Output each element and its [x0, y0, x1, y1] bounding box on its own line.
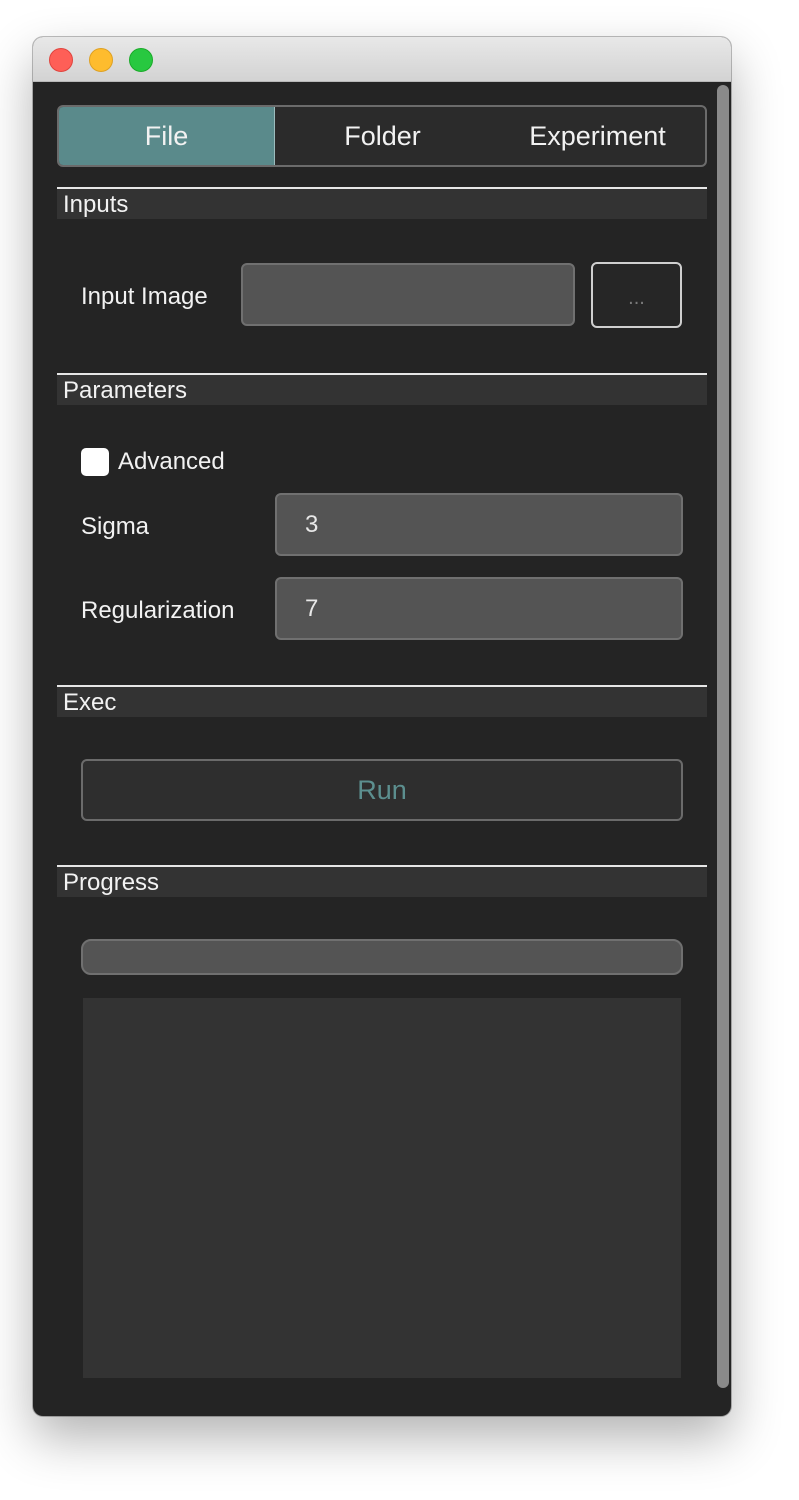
tab-file[interactable]: File	[59, 107, 275, 165]
mode-tab-bar: File Folder Experiment	[57, 105, 707, 167]
exec-section-header: Exec	[57, 685, 707, 717]
inputs-section-header: Inputs	[57, 187, 707, 219]
log-output-area[interactable]	[83, 998, 681, 1378]
zoom-window-button[interactable]	[129, 48, 153, 72]
minimize-window-button[interactable]	[89, 48, 113, 72]
regularization-label: Regularization	[81, 597, 235, 624]
tab-experiment[interactable]: Experiment	[490, 107, 705, 165]
input-image-label: Input Image	[81, 283, 208, 310]
progress-section-header: Progress	[57, 865, 707, 897]
input-image-field[interactable]	[241, 263, 575, 326]
sigma-label: Sigma	[81, 513, 150, 540]
vertical-scrollbar[interactable]	[717, 85, 729, 1388]
parameters-section-header: Parameters	[57, 373, 707, 405]
tab-folder[interactable]: Folder	[275, 107, 490, 165]
advanced-checkbox[interactable]	[81, 448, 109, 476]
app-window: File Folder Experiment Inputs Input Imag…	[33, 37, 731, 1416]
advanced-label: Advanced	[118, 448, 225, 475]
regularization-input[interactable]: 7	[275, 577, 683, 640]
progress-bar	[81, 939, 683, 975]
browse-input-image-button[interactable]: ...	[591, 262, 682, 328]
sigma-input[interactable]: 3	[275, 493, 683, 556]
close-window-button[interactable]	[49, 48, 73, 72]
run-button[interactable]: Run	[81, 759, 683, 821]
main-panel: File Folder Experiment Inputs Input Imag…	[33, 82, 731, 1416]
title-bar[interactable]	[33, 37, 731, 82]
